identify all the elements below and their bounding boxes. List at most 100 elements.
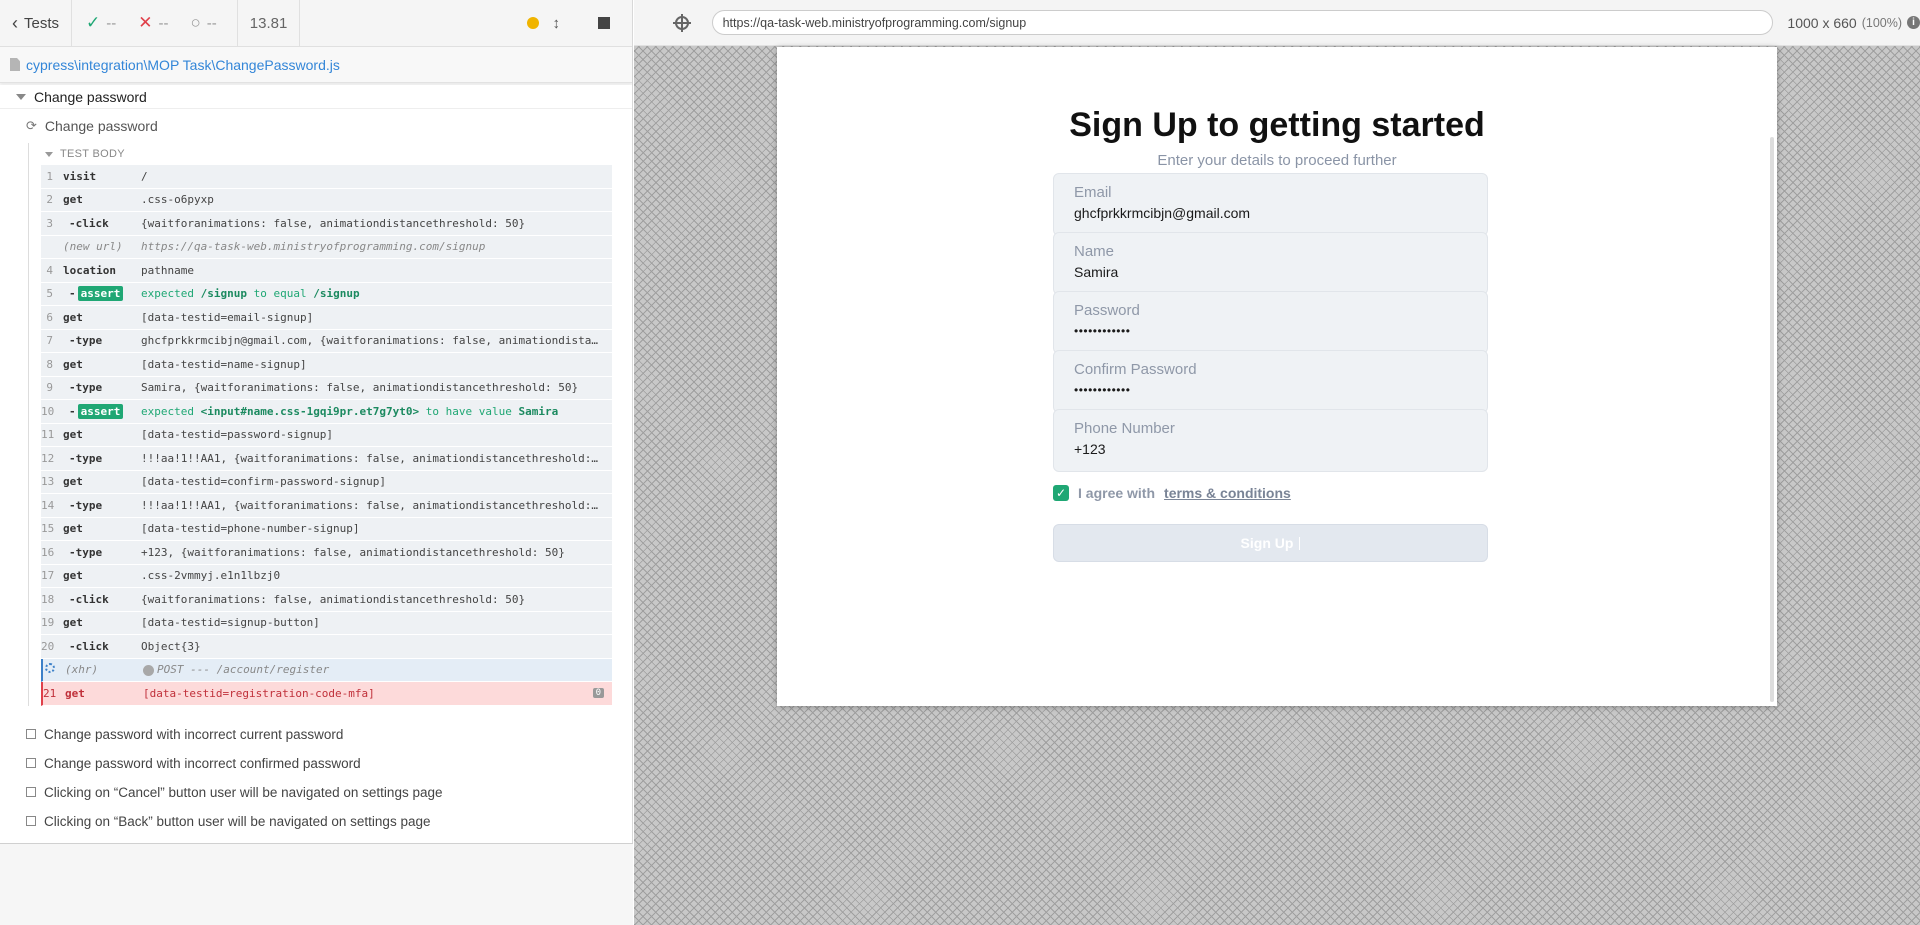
suite-title[interactable]: Change password	[0, 85, 632, 109]
assert-part: expected	[141, 404, 194, 418]
command-name: -type	[69, 498, 103, 512]
email-value[interactable]: ghcfprkkrmcibjn@gmail.com	[1074, 205, 1467, 221]
command-row[interactable]: 11 get [data-testid=password-signup]	[41, 424, 612, 447]
command-dash: -	[69, 287, 76, 301]
viewport-size: 1000 x 660	[1787, 14, 1857, 31]
command-row[interactable]: 20 -click Object{3}	[41, 635, 612, 659]
command-row[interactable]: 4 location pathname	[41, 259, 612, 283]
command-row[interactable]: 5- assert expected /signup to equal /signu…	[41, 283, 612, 306]
command-name: visit	[63, 169, 97, 183]
command-message: !!!aa!1!!AA1, {waitforanimations: false,…	[141, 451, 598, 465]
confirm-password-field[interactable]: Confirm Password ••••••••••••	[1053, 350, 1488, 413]
email-field[interactable]: Email ghcfprkkrmcibjn@gmail.com	[1053, 173, 1488, 236]
test-item[interactable]: Clicking on “Cancel” button user will be…	[0, 778, 632, 807]
command-row[interactable]: 18 -click {waitforanimations: false, anima…	[41, 588, 612, 612]
command-row[interactable]: 12 -type !!!aa!1!!AA1, {waitforanimations:…	[41, 447, 612, 471]
url-bar[interactable]: https://qa-task-web.ministryofprogrammin…	[711, 10, 1774, 35]
command-name: -click	[69, 216, 109, 230]
text-cursor-icon	[1299, 536, 1301, 550]
command-dash: -	[69, 404, 76, 418]
command-message: [data-testid=password-signup]	[141, 428, 334, 442]
command-row[interactable]: (xhr) POST --- /account/register	[41, 658, 612, 682]
command-row[interactable]: 16 -type +123, {waitforanimations: false, …	[41, 541, 612, 565]
assert-badge: assert	[77, 403, 124, 419]
command-row[interactable]: 14 -type !!!aa!1!!AA1, {waitforanimations:…	[41, 494, 612, 518]
test-item[interactable]: Change password with incorrect confirmed…	[0, 749, 632, 778]
command-message: {waitforanimations: false, animationdist…	[141, 592, 526, 606]
command-message: https://qa-task-web.ministryofprogrammin…	[141, 240, 486, 254]
phone-number-field[interactable]: Phone Number +123	[1053, 409, 1488, 472]
phone-number-value[interactable]: +123	[1074, 441, 1467, 457]
tests-label: Tests	[24, 14, 60, 32]
command-name: (xhr)	[65, 663, 99, 677]
assert-badge: assert	[77, 286, 124, 302]
terms-checkbox[interactable]: ✓	[1053, 485, 1069, 501]
command-number: 1	[46, 169, 53, 183]
command-number: 2	[46, 193, 53, 207]
command-name: -click	[69, 592, 109, 606]
reporter-footer	[0, 844, 633, 925]
command-row[interactable]: 21 get [data-testid=registration-code-mfa]…	[41, 682, 612, 706]
xhr-message: POST --- /account/register	[157, 663, 330, 677]
command-number: 9	[46, 381, 53, 395]
command-row[interactable]: 9 -type Samira, {waitforanimations: false,…	[41, 377, 612, 400]
command-message: [data-testid=registration-code-mfa]	[143, 686, 375, 700]
assert-part: Samira	[518, 404, 559, 418]
test-item[interactable]: Clicking on “Back” button user will be n…	[0, 807, 632, 836]
command-row[interactable]: 1 visit /	[41, 165, 612, 189]
phone-number-label: Phone Number	[1074, 420, 1175, 437]
passed-count: --	[106, 14, 117, 32]
spec-path-link[interactable]: cypress\integration\MOP Task\ChangePassw…	[26, 57, 340, 73]
password-value[interactable]: ••••••••••••	[1074, 324, 1467, 338]
name-field[interactable]: Name Samira	[1053, 232, 1488, 295]
name-value[interactable]: Samira	[1074, 264, 1467, 280]
circle-icon: ○	[190, 13, 201, 32]
confirm-password-label: Confirm Password	[1074, 361, 1197, 378]
file-icon	[10, 58, 20, 71]
active-test[interactable]: ⟳ Change password	[0, 109, 632, 143]
test-status-icon	[26, 816, 36, 826]
command-row[interactable]: 3 -click {waitforanimations: false, animat…	[41, 212, 612, 236]
command-row[interactable]: 2 get .css-o6pyxp	[41, 189, 612, 212]
collapse-triangle-icon	[45, 151, 53, 157]
pending-count: --	[206, 14, 217, 32]
command-message: .css-2vmmyj.e1n1lbzj0	[141, 569, 281, 583]
command-row[interactable]: 13 get [data-testid=confirm-password-signu…	[41, 471, 612, 494]
terms-link[interactable]: terms & conditions	[1164, 485, 1291, 501]
command-row[interactable]: 6 get [data-testid=email-signup]	[41, 306, 612, 330]
confirm-password-value[interactable]: ••••••••••••	[1074, 383, 1467, 397]
info-icon[interactable]: i	[1907, 16, 1920, 29]
command-number: 4	[46, 263, 53, 277]
signup-title: Sign Up to getting started	[1069, 106, 1485, 144]
password-field[interactable]: Password ••••••••••••	[1053, 291, 1488, 354]
command-row[interactable]: (new url) https://qa-task-web.ministryofp…	[41, 236, 612, 259]
test-status-icon	[26, 729, 36, 739]
email-label: Email	[1074, 184, 1112, 201]
test-item[interactable]: Change password with incorrect current p…	[0, 720, 632, 749]
assert-part: /signup	[313, 287, 360, 301]
auto-scroll-icon[interactable]: ↕	[553, 15, 561, 32]
element-count-badge: 0	[592, 688, 604, 699]
command-row[interactable]: 15 get [data-testid=phone-number-signup]	[41, 518, 612, 541]
command-message: Object{3}	[141, 639, 201, 653]
command-message: +123, {waitforanimations: false, animati…	[141, 545, 565, 559]
command-row[interactable]: 7 -type ghcfprkkrmcibjn@gmail.com, {waitfo…	[41, 330, 612, 353]
command-message: /	[141, 169, 148, 183]
tests-back-button[interactable]: ‹ Tests	[0, 0, 73, 46]
test-body-header[interactable]: TEST BODY	[29, 143, 612, 165]
scrollbar[interactable]	[1770, 137, 1774, 702]
command-message: Samira, {waitforanimations: false, anima…	[141, 381, 579, 395]
command-row[interactable]: 10- assert expected <input#name.css-1gqi9p…	[41, 400, 612, 424]
selector-playground-button[interactable]	[662, 13, 702, 32]
command-number: 20	[41, 639, 55, 653]
stop-icon[interactable]	[598, 17, 610, 29]
command-name: get	[63, 357, 83, 371]
command-row[interactable]: 17 get .css-2vmmyj.e1n1lbzj0	[41, 565, 612, 588]
failed-count: --	[158, 14, 169, 32]
signup-button[interactable]: Sign Up	[1053, 524, 1488, 562]
assert-part: /signup	[200, 287, 247, 301]
command-row[interactable]: 19 get [data-testid=signup-button]	[41, 612, 612, 635]
command-row[interactable]: 8 get [data-testid=name-signup]	[41, 353, 612, 377]
passed-stat: ✓ --	[86, 13, 116, 33]
command-message: {waitforanimations: false, animationdist…	[141, 216, 526, 230]
